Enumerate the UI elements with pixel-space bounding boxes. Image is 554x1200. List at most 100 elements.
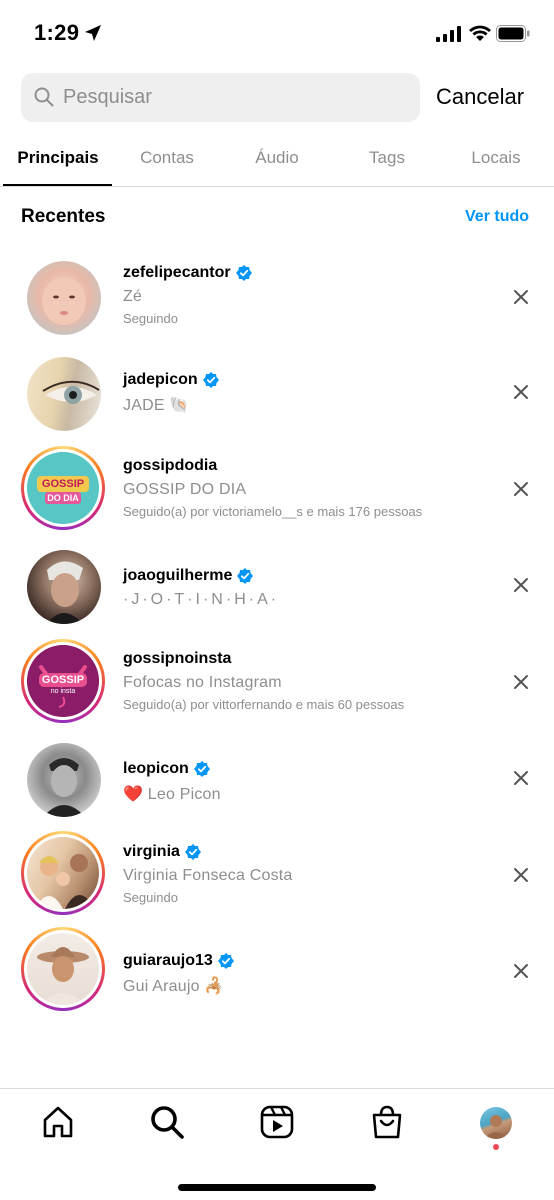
avatar: [27, 261, 101, 335]
recent-item[interactable]: joaoguilherme ·J·O·T·I·N·H·A·: [0, 537, 554, 633]
remove-recent-icon[interactable]: [512, 288, 530, 306]
full-name: Gui Araujo 🦂: [123, 978, 225, 995]
recent-item[interactable]: GOSSIP no insta gossipnoinsta Fofocas no…: [0, 633, 554, 729]
tab-tags[interactable]: Tags: [332, 130, 442, 186]
recent-item[interactable]: guiaraujo13 Gui Araujo 🦂: [0, 922, 554, 1018]
search-icon[interactable]: [149, 1104, 185, 1140]
avatar: [27, 550, 101, 624]
avatar: [27, 357, 101, 431]
avatar: GOSSIP DO DIA: [27, 452, 99, 524]
verified-badge-icon: [237, 568, 254, 584]
recent-item-text: gossipnoinsta Fofocas no Instagram Segui…: [123, 650, 404, 712]
follow-status: Seguindo: [123, 890, 178, 905]
recent-item-text: leopicon ❤️ Leo Picon: [123, 760, 221, 804]
logo-text: GOSSIP: [41, 478, 85, 490]
home-icon[interactable]: [40, 1104, 76, 1140]
recent-item-text: joaoguilherme ·J·O·T·I·N·H·A·: [123, 567, 279, 609]
verified-badge-icon: [235, 265, 252, 281]
recents-title: Recentes: [21, 206, 106, 227]
logo-text: no insta: [50, 688, 76, 695]
full-name: Virginia Fonseca Costa: [123, 867, 293, 884]
search-screen: 1:29 Cancelar Principais: [0, 0, 554, 1200]
cancel-button[interactable]: Cancelar: [436, 84, 524, 110]
username: gossipnoinsta: [123, 650, 232, 667]
recent-item[interactable]: jadepicon JADE 🐚: [0, 344, 554, 440]
logo-text: GOSSIP: [41, 674, 85, 686]
cellular-signal-icon: [436, 26, 461, 42]
logo-text: DO DIA: [47, 493, 79, 503]
avatar-container: [21, 831, 105, 915]
shop-icon[interactable]: [369, 1104, 405, 1140]
username: jadepicon: [123, 371, 198, 388]
reels-icon[interactable]: [259, 1104, 295, 1140]
tab-audio[interactable]: Áudio: [222, 130, 332, 186]
full-name: ·J·O·T·I·N·H·A·: [123, 591, 280, 608]
verified-badge-icon: [202, 372, 219, 388]
search-icon: [34, 87, 54, 107]
active-tab-indicator: [3, 184, 112, 186]
tab-locais[interactable]: Locais: [441, 130, 551, 186]
eye-closeup-icon: [42, 380, 100, 404]
notification-dot: [493, 1144, 499, 1150]
recent-item-text: zefelipecantor Zé Seguindo: [123, 264, 252, 326]
search-tabs: Principais Contas Áudio Tags Locais: [0, 130, 554, 187]
baby-face-icon: [42, 277, 86, 325]
followed-by-text: Seguido(a) por vittorfernando e mais 60 …: [123, 697, 405, 712]
full-name: Zé: [123, 288, 143, 305]
username: leopicon: [123, 760, 189, 777]
full-name: JADE 🐚: [123, 397, 190, 414]
recent-item-text: gossipdodia GOSSIP DO DIA Seguido(a) por…: [123, 457, 422, 519]
home-indicator: [178, 1184, 376, 1191]
avatar-container: [21, 737, 105, 821]
remove-recent-icon[interactable]: [512, 480, 530, 498]
followed-by-text: Seguido(a) por victoriamelo__s e mais 17…: [123, 504, 423, 519]
avatar: [27, 837, 99, 909]
remove-recent-icon[interactable]: [512, 769, 530, 787]
portrait-photo-icon: [37, 947, 89, 1005]
recent-item[interactable]: leopicon ❤️ Leo Picon: [0, 730, 554, 826]
profile-avatar[interactable]: [480, 1107, 512, 1139]
remove-recent-icon[interactable]: [512, 383, 530, 401]
profile-photo-icon: [484, 1115, 508, 1139]
battery-icon: [496, 25, 530, 42]
avatar-container: [21, 255, 105, 339]
avatar-container: [21, 927, 105, 1011]
remove-recent-icon[interactable]: [512, 962, 530, 980]
tab-contas[interactable]: Contas: [112, 130, 222, 186]
recent-item-text: guiaraujo13 Gui Araujo 🦂: [123, 952, 234, 996]
recent-item[interactable]: zefelipecantor Zé Seguindo: [0, 248, 554, 344]
recent-item[interactable]: GOSSIP DO DIA gossipdodia GOSSIP DO DIA …: [0, 441, 554, 537]
search-input[interactable]: [63, 73, 413, 122]
avatar-container: GOSSIP DO DIA: [21, 446, 105, 530]
username: gossipdodia: [123, 457, 218, 474]
portrait-photo-icon: [47, 561, 83, 624]
recent-item-text: virginia Virginia Fonseca Costa Seguindo: [123, 843, 293, 905]
avatar-container: [21, 544, 105, 628]
recent-item-text: jadepicon JADE 🐚: [123, 371, 219, 415]
location-arrow-icon: [85, 25, 101, 41]
full-name: ❤️ Leo Picon: [123, 786, 221, 803]
remove-recent-icon[interactable]: [512, 576, 530, 594]
remove-recent-icon[interactable]: [512, 673, 530, 691]
full-name: Fofocas no Instagram: [123, 674, 282, 691]
status-bar: 1:29: [0, 0, 554, 64]
recent-item[interactable]: virginia Virginia Fonseca Costa Seguindo: [0, 826, 554, 922]
tab-principais[interactable]: Principais: [3, 130, 113, 186]
avatar: GOSSIP no insta: [27, 645, 99, 717]
full-name: GOSSIP DO DIA: [123, 481, 247, 498]
avatar-container: [21, 351, 105, 435]
verified-badge-icon: [184, 844, 201, 860]
follow-status: Seguindo: [123, 311, 178, 326]
username: guiaraujo13: [123, 952, 213, 969]
avatar-container: GOSSIP no insta: [21, 639, 105, 723]
status-time: 1:29: [34, 20, 80, 45]
search-box[interactable]: [21, 73, 420, 122]
username: virginia: [123, 843, 180, 860]
bottom-nav: [0, 1088, 554, 1200]
see-all-link[interactable]: Ver tudo: [465, 208, 529, 226]
portrait-photo-icon: [43, 758, 85, 817]
verified-badge-icon: [217, 953, 234, 969]
remove-recent-icon[interactable]: [512, 866, 530, 884]
username: zefelipecantor: [123, 264, 231, 281]
avatar: [27, 743, 101, 817]
